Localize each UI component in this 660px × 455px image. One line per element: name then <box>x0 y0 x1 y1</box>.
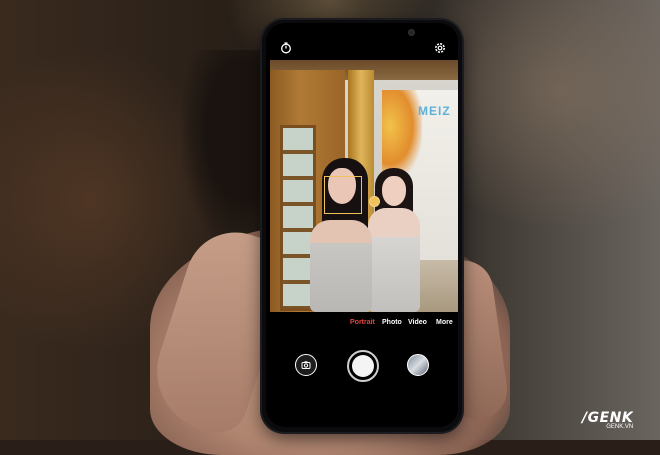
focus-indicator[interactable] <box>369 196 380 207</box>
camera-mode-bar: Portrait Photo Video More <box>266 319 458 333</box>
gallery-icon[interactable] <box>295 354 317 376</box>
switch-camera-icon[interactable] <box>407 354 429 376</box>
tab-video[interactable]: Video <box>408 319 427 326</box>
camera-viewfinder[interactable]: MEIZ <box>270 60 458 312</box>
smartphone: MEIZ Portrait Photo Video More <box>262 20 462 432</box>
front-camera-lens <box>409 30 414 35</box>
face-detection-box <box>324 176 362 214</box>
shutter-inner <box>352 355 374 377</box>
camera-top-bar <box>266 23 458 61</box>
tab-portrait[interactable]: Portrait <box>350 319 375 326</box>
tab-more[interactable]: More <box>436 319 453 326</box>
genk-watermark: /GENK GENK.VN <box>582 410 633 430</box>
banner-text: MEIZ <box>418 104 451 118</box>
banner-graphic <box>382 90 422 180</box>
person-two-body <box>368 208 420 312</box>
settings-icon[interactable] <box>433 41 447 55</box>
person-two-face <box>382 176 406 206</box>
tab-photo[interactable]: Photo <box>382 319 402 326</box>
person-one-body <box>310 220 372 312</box>
phone-screen: MEIZ Portrait Photo Video More <box>266 23 458 427</box>
shutter-button[interactable] <box>347 350 379 382</box>
timer-icon[interactable] <box>279 41 293 55</box>
